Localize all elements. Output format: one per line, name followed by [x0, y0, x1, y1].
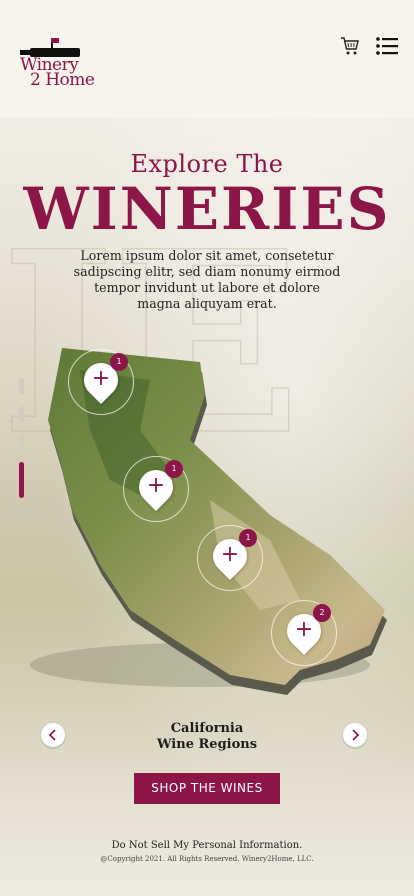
do-not-sell-link[interactable]: Do Not Sell My Personal Information.	[0, 840, 414, 851]
chevron-left-icon	[48, 729, 56, 741]
region-label: California Wine Regions	[107, 721, 307, 753]
hero-section: Explore The WINERIES Lorem ipsum dolor s…	[0, 150, 414, 312]
brand-line-2: 2 Home	[30, 70, 95, 90]
california-map-graphic	[30, 348, 387, 695]
pin-count-badge: 1	[239, 529, 257, 547]
map-pin-southern-california[interactable]: + 2	[271, 600, 337, 666]
menu-list-icon[interactable]	[376, 37, 398, 55]
region-label-line-2: Wine Regions	[156, 737, 258, 752]
pin-count-badge: 1	[110, 353, 128, 371]
hero-title: WINERIES	[23, 175, 391, 243]
map-pin-north-coast[interactable]: + 1	[68, 349, 134, 415]
california-map	[0, 340, 414, 710]
copyright-text: @Copyright 2021. All Rights Reserved. Wi…	[100, 855, 314, 863]
next-region-button[interactable]	[343, 723, 367, 747]
map-pin-central-coast[interactable]: + 1	[197, 525, 263, 591]
chevron-right-icon	[352, 729, 360, 741]
brand-logo-text[interactable]: Winery 2 Home	[20, 57, 100, 90]
previous-region-button[interactable]	[41, 723, 65, 747]
site-header: Winery 2 Home	[0, 0, 414, 118]
pin-count-badge: 1	[165, 460, 183, 478]
hero-description: Lorem ipsum dolor sit amet, consetetur s…	[73, 248, 341, 311]
shop-the-wines-button[interactable]: SHOP THE WINES	[134, 773, 280, 804]
region-label-line-1: California	[170, 721, 244, 736]
cart-icon[interactable]	[340, 36, 360, 56]
pin-count-badge: 2	[313, 604, 331, 622]
map-pin-central-valley[interactable]: + 1	[123, 456, 189, 522]
hero-kicker: Explore The	[130, 150, 284, 178]
